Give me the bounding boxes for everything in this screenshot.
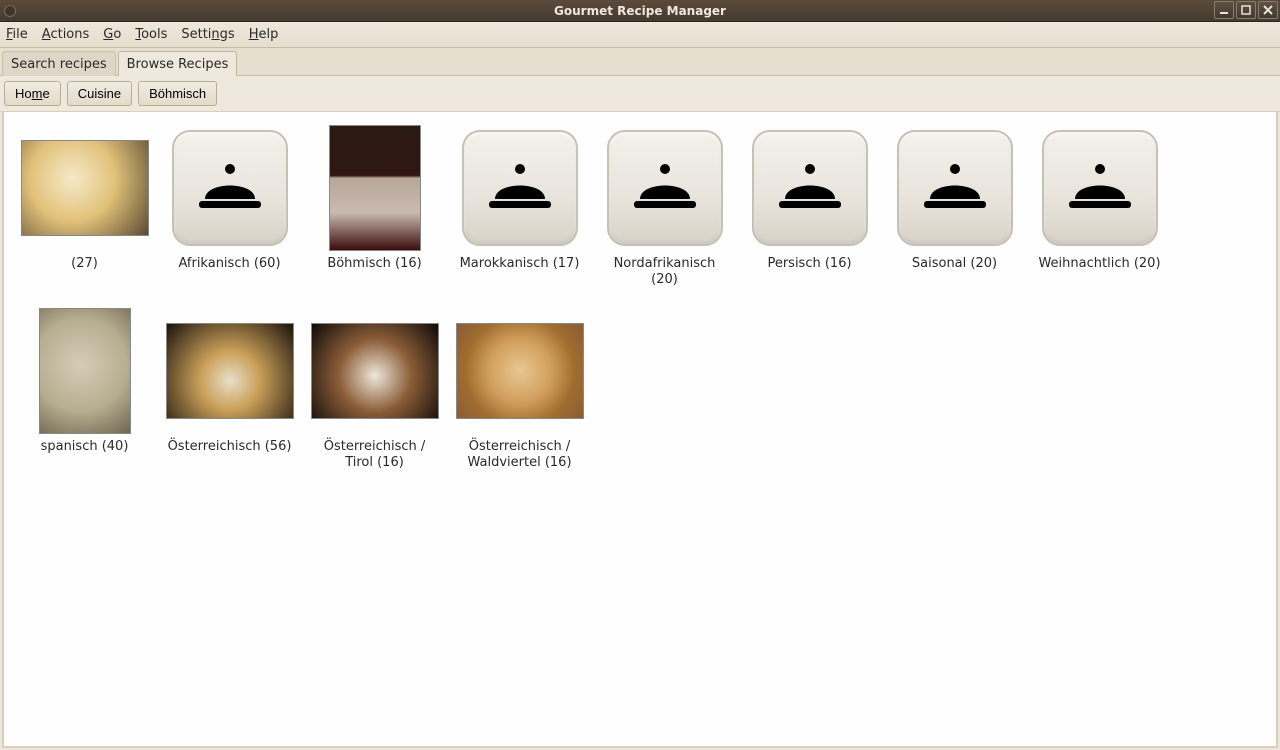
breadcrumb: Home Cuisine Böhmisch — [0, 76, 1280, 112]
category-label: Nordafrikanisch (20) — [599, 256, 731, 289]
title-bar: Gourmet Recipe Manager — [0, 0, 1280, 22]
category-photo — [311, 307, 439, 435]
category-item[interactable]: spanisch (40) — [12, 307, 157, 472]
window-controls — [1214, 1, 1278, 19]
category-grid: (27) Afrikanisch (60) Böhmisch (16) Marok… — [12, 124, 1268, 489]
category-item[interactable]: Weihnachtlich (20) — [1027, 124, 1172, 289]
category-item[interactable]: (27) — [12, 124, 157, 289]
category-item[interactable]: Saisonal (20) — [882, 124, 1027, 289]
category-label: Österreichisch / Waldviertel (16) — [454, 439, 586, 472]
category-item[interactable]: Persisch (16) — [737, 124, 882, 289]
cloche-icon — [1036, 124, 1164, 252]
category-photo — [456, 307, 584, 435]
content-area: (27) Afrikanisch (60) Böhmisch (16) Marok… — [2, 112, 1278, 748]
cloche-icon — [746, 124, 874, 252]
breadcrumb-cuisine[interactable]: Cuisine — [67, 81, 132, 106]
category-photo — [166, 307, 294, 435]
category-label: Österreichisch (56) — [168, 439, 292, 455]
breadcrumb-bohmisch[interactable]: Böhmisch — [138, 81, 217, 106]
menu-bar: File Actions Go Tools Settings Help — [0, 22, 1280, 48]
category-item[interactable]: Afrikanisch (60) — [157, 124, 302, 289]
close-button[interactable] — [1258, 1, 1278, 19]
category-photo — [21, 307, 149, 435]
cloche-icon — [166, 124, 294, 252]
maximize-button[interactable] — [1236, 1, 1256, 19]
category-label: spanisch (40) — [41, 439, 129, 455]
category-item[interactable]: Böhmisch (16) — [302, 124, 447, 289]
category-label: Marokkanisch (17) — [460, 256, 580, 272]
category-label: Böhmisch (16) — [327, 256, 421, 272]
category-item[interactable]: Nordafrikanisch (20) — [592, 124, 737, 289]
category-label: Afrikanisch (60) — [178, 256, 280, 272]
breadcrumb-home[interactable]: Home — [4, 81, 61, 106]
app-icon — [4, 5, 16, 17]
category-photo — [311, 124, 439, 252]
window-title: Gourmet Recipe Manager — [554, 4, 726, 18]
category-item[interactable]: Österreichisch / Waldviertel (16) — [447, 307, 592, 472]
menu-go[interactable]: Go — [103, 27, 121, 42]
menu-file[interactable]: File — [6, 27, 28, 42]
tab-search-recipes[interactable]: Search recipes — [2, 51, 116, 76]
category-photo — [21, 124, 149, 252]
cloche-icon — [601, 124, 729, 252]
category-label: Persisch (16) — [767, 256, 851, 272]
menu-help[interactable]: Help — [249, 27, 279, 42]
category-label: Saisonal (20) — [912, 256, 997, 272]
tab-strip: Search recipes Browse Recipes — [0, 48, 1280, 76]
category-label: (27) — [71, 256, 98, 272]
menu-tools[interactable]: Tools — [135, 27, 167, 42]
category-item[interactable]: Österreichisch / Tirol (16) — [302, 307, 447, 472]
category-item[interactable]: Marokkanisch (17) — [447, 124, 592, 289]
menu-actions[interactable]: Actions — [42, 27, 90, 42]
minimize-button[interactable] — [1214, 1, 1234, 19]
cloche-icon — [891, 124, 1019, 252]
category-item[interactable]: Österreichisch (56) — [157, 307, 302, 472]
tab-browse-recipes[interactable]: Browse Recipes — [118, 51, 238, 76]
category-label: Österreichisch / Tirol (16) — [309, 439, 441, 472]
menu-settings[interactable]: Settings — [181, 27, 234, 42]
cloche-icon — [456, 124, 584, 252]
category-label: Weihnachtlich (20) — [1038, 256, 1160, 272]
